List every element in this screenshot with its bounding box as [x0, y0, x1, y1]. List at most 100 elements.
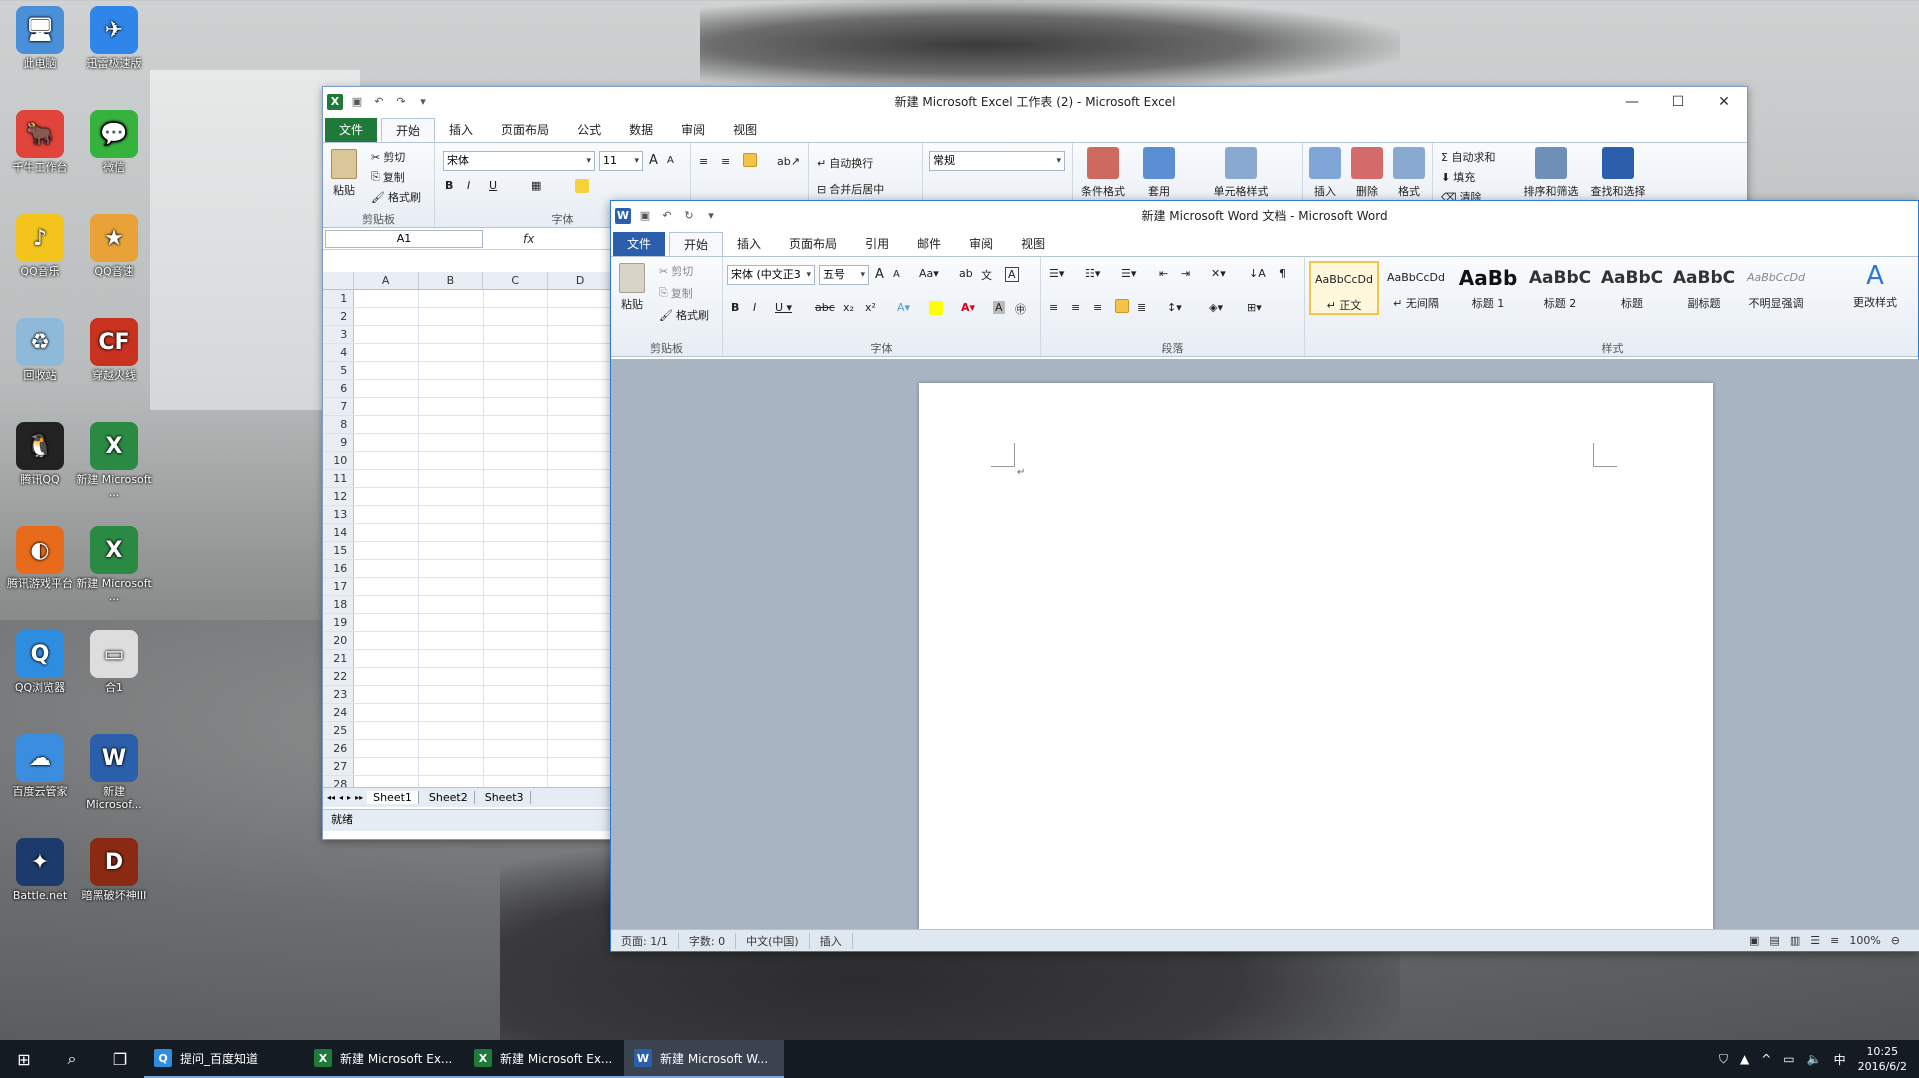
- desktop-icon[interactable]: 🖥 此电脑: [0, 6, 80, 70]
- sheet-nav-icon[interactable]: ◂: [339, 793, 343, 802]
- row-header[interactable]: 26: [323, 740, 355, 757]
- column-header[interactable]: D: [548, 272, 613, 289]
- cell[interactable]: [354, 704, 419, 721]
- multilevel-list-icon[interactable]: ☰▾: [1121, 267, 1136, 280]
- cell[interactable]: [548, 668, 613, 685]
- task-view-button[interactable]: ❐: [96, 1040, 144, 1078]
- row-header[interactable]: 3: [323, 326, 355, 343]
- cell[interactable]: [548, 740, 613, 757]
- save-icon[interactable]: ▣: [349, 94, 365, 110]
- cell[interactable]: [419, 488, 484, 505]
- row-header[interactable]: 8: [323, 416, 355, 433]
- worksheet-grid[interactable]: ABCD 1 2 3 4 5 6 7 8 9 10 11 12 13 14 15 16 17 18 19 20 21 22…: [323, 272, 613, 794]
- cell[interactable]: [548, 578, 613, 595]
- cell[interactable]: [484, 470, 549, 487]
- desktop-icon[interactable]: Q QQ浏览器: [0, 630, 80, 694]
- font-name-combo[interactable]: 宋体: [443, 151, 595, 171]
- highlight-icon[interactable]: [929, 301, 943, 315]
- cell[interactable]: [484, 542, 549, 559]
- row-header[interactable]: 10: [323, 452, 355, 469]
- style-item[interactable]: AaBbCcDd ↵ 无间隔: [1381, 261, 1451, 315]
- tab-4[interactable]: 公式: [563, 118, 615, 142]
- fill-button[interactable]: ⬇ 填充: [1441, 169, 1475, 185]
- cell[interactable]: [484, 614, 549, 631]
- font-name-combo[interactable]: 宋体 (中文正3: [727, 265, 815, 285]
- cell[interactable]: [354, 434, 419, 451]
- copy-button[interactable]: ⎘ 复制: [371, 169, 405, 185]
- align-left-icon[interactable]: ≡: [1049, 301, 1058, 314]
- style-item[interactable]: AaBbC 标题 2: [1525, 261, 1595, 315]
- cell[interactable]: [354, 452, 419, 469]
- zoom-out-icon[interactable]: ⊖: [1891, 934, 1900, 947]
- cell[interactable]: [354, 740, 419, 757]
- cell[interactable]: [419, 650, 484, 667]
- cell[interactable]: [484, 560, 549, 577]
- autosum-button[interactable]: Σ 自动求和: [1441, 149, 1495, 165]
- tab-3[interactable]: 页面布局: [775, 232, 851, 256]
- chinese-layout-icon[interactable]: ✕▾: [1211, 267, 1226, 280]
- cell[interactable]: [484, 650, 549, 667]
- cell[interactable]: [419, 686, 484, 703]
- sheet-nav-icon[interactable]: ▸▸: [355, 793, 363, 802]
- sort-filter-button[interactable]: 排序和筛选: [1519, 147, 1583, 199]
- delete-cells-button[interactable]: 删除: [1347, 147, 1387, 199]
- save-icon[interactable]: ▣: [637, 208, 653, 224]
- underline-icon[interactable]: U: [489, 179, 497, 192]
- cell[interactable]: [354, 344, 419, 361]
- style-item[interactable]: AaBbC 标题: [1597, 261, 1667, 315]
- undo-icon[interactable]: ↶: [371, 94, 387, 110]
- cell[interactable]: [548, 416, 613, 433]
- cell[interactable]: [484, 380, 549, 397]
- style-item[interactable]: AaBb 标题 1: [1453, 261, 1523, 315]
- cell[interactable]: [354, 506, 419, 523]
- desktop-icon[interactable]: ♪ QQ音乐: [0, 214, 80, 278]
- cell[interactable]: [354, 650, 419, 667]
- text-effects-icon[interactable]: A▾: [897, 301, 910, 314]
- cell[interactable]: [354, 614, 419, 631]
- row-header[interactable]: 5: [323, 362, 355, 379]
- desktop-icon[interactable]: ◐ 腾讯游戏平台: [0, 526, 80, 590]
- cell[interactable]: [419, 596, 484, 613]
- cell[interactable]: [484, 326, 549, 343]
- cell[interactable]: [484, 452, 549, 469]
- network-icon[interactable]: ▭: [1783, 1052, 1794, 1066]
- sheet-tab[interactable]: Sheet1: [367, 791, 419, 804]
- taskbar-app[interactable]: W 新建 Microsoft W...: [624, 1040, 784, 1078]
- desktop-icon[interactable]: X 新建 Microsoft ...: [74, 422, 154, 499]
- cell[interactable]: [354, 542, 419, 559]
- taskbar-app[interactable]: X 新建 Microsoft Ex...: [464, 1040, 624, 1078]
- tab-5[interactable]: 邮件: [903, 232, 955, 256]
- cell[interactable]: [354, 668, 419, 685]
- cell[interactable]: [419, 344, 484, 361]
- align-center-icon[interactable]: ≡: [1071, 301, 1080, 314]
- cell[interactable]: [354, 470, 419, 487]
- font-size-combo[interactable]: 五号: [819, 265, 869, 285]
- desktop-icon[interactable]: ✦ Battle.net: [0, 838, 80, 902]
- cell[interactable]: [548, 758, 613, 775]
- print-layout-icon[interactable]: ▣: [1749, 934, 1759, 947]
- row-header[interactable]: 23: [323, 686, 355, 703]
- cell[interactable]: [419, 704, 484, 721]
- cell[interactable]: [354, 758, 419, 775]
- align-top-icon[interactable]: ≡: [699, 155, 708, 168]
- format-painter-button[interactable]: 🖌 格式刷: [371, 189, 421, 205]
- align-right-icon[interactable]: ≡: [1093, 301, 1102, 314]
- change-case-icon[interactable]: Aa▾: [919, 267, 939, 280]
- cell[interactable]: [354, 560, 419, 577]
- cell[interactable]: [548, 596, 613, 613]
- customize-qat-icon[interactable]: ▾: [415, 94, 431, 110]
- paste-button[interactable]: 粘贴: [619, 263, 645, 312]
- cell[interactable]: [548, 650, 613, 667]
- cell[interactable]: [419, 290, 484, 307]
- sort-icon[interactable]: ↓A: [1249, 267, 1266, 280]
- change-styles-button[interactable]: A 更改样式: [1853, 261, 1897, 310]
- tab-3[interactable]: 页面布局: [487, 118, 563, 142]
- cell[interactable]: [354, 524, 419, 541]
- row-header[interactable]: 15: [323, 542, 355, 559]
- cell[interactable]: [484, 704, 549, 721]
- cell[interactable]: [484, 758, 549, 775]
- cell[interactable]: [419, 452, 484, 469]
- volume-icon[interactable]: 🔈: [1807, 1052, 1822, 1066]
- cell[interactable]: [419, 758, 484, 775]
- desktop-icon[interactable]: D 暗黑破坏神III: [74, 838, 154, 902]
